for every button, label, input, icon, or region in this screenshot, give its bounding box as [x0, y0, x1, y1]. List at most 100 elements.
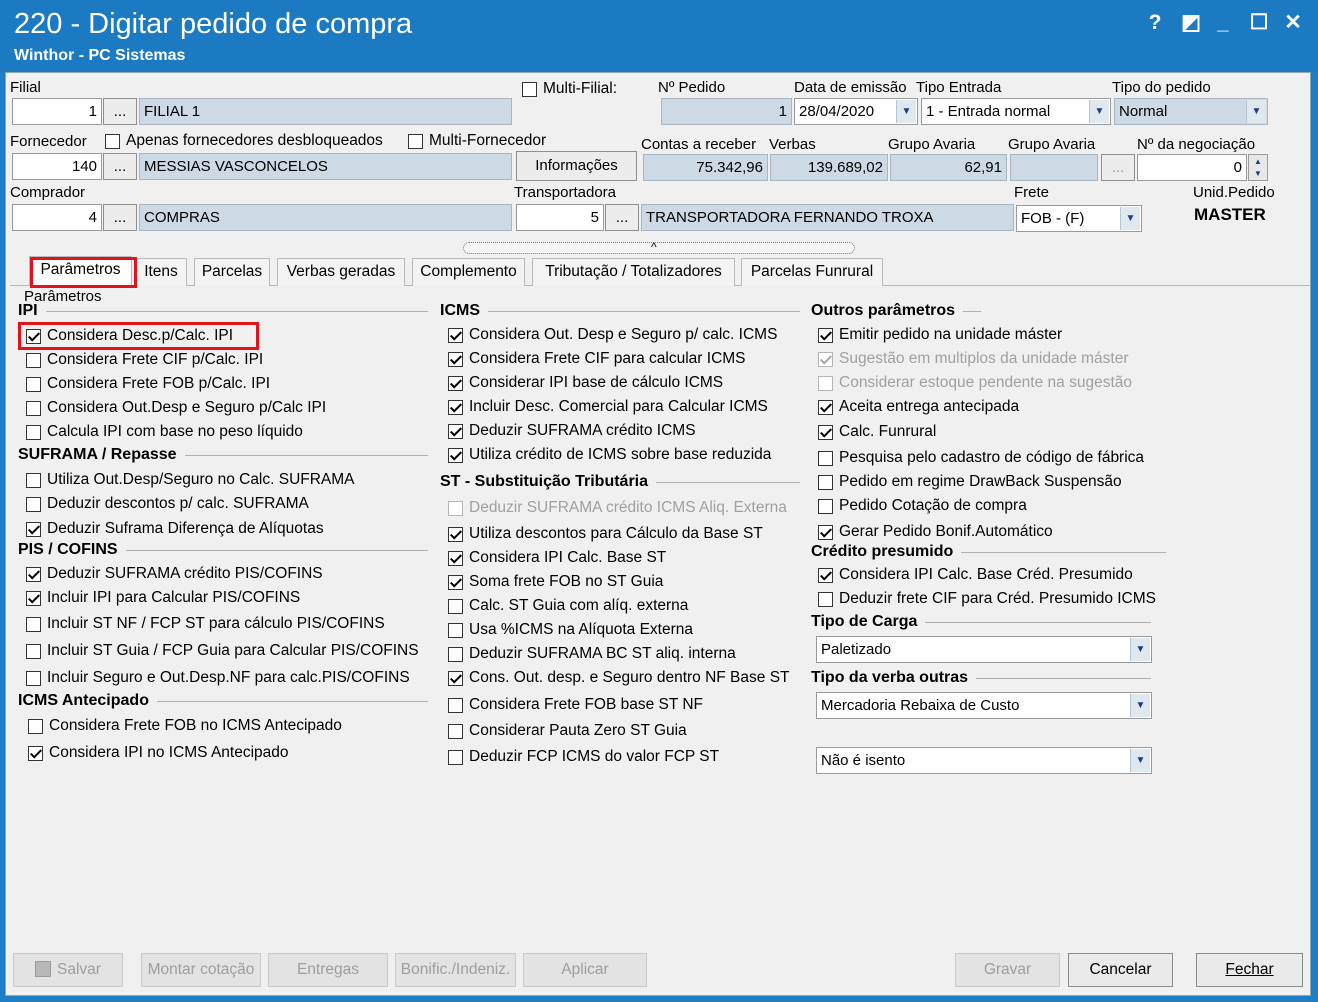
pis-checkbox-1[interactable]: Incluir IPI para Calcular PIS/COFINS: [26, 588, 300, 608]
pis-checkbox-0[interactable]: Deduzir SUFRAMA crédito PIS/COFINS: [26, 564, 323, 584]
st-checkbox-3[interactable]: Soma frete FOB no ST Guia: [448, 572, 663, 592]
suframa-checkbox-2[interactable]: Deduzir Suframa Diferença de Alíquotas: [26, 519, 324, 539]
filial-code-input[interactable]: 1: [12, 98, 102, 125]
ipi-checkbox-2[interactable]: Considera Frete FOB p/Calc. IPI: [26, 374, 270, 394]
st-checkbox-7[interactable]: Cons. Out. desp. e Seguro dentro NF Base…: [448, 668, 790, 688]
pis-checkbox-3[interactable]: Incluir ST Guia / FCP Guia para Calcular…: [26, 641, 419, 661]
tipo-verba-select[interactable]: Mercadoria Rebaixa de Custo ▼: [816, 692, 1152, 719]
chevron-down-icon[interactable]: ▼: [1246, 100, 1266, 123]
st-checkbox-6[interactable]: Deduzir SUFRAMA BC ST aliq. interna: [448, 644, 736, 664]
outros-checkbox-5[interactable]: Pesquisa pelo cadastro de código de fábr…: [818, 448, 1144, 468]
chevron-down-icon[interactable]: ▼: [1130, 638, 1150, 661]
st-label-8: Considera Frete FOB base ST NF: [469, 696, 704, 713]
icms-checkbox-0[interactable]: Considera Out. Desp e Seguro p/ calc. IC…: [448, 325, 777, 345]
icmsant-checkbox-1[interactable]: Considera IPI no ICMS Antecipado: [28, 743, 289, 763]
pis-checkbox-4[interactable]: Incluir Seguro e Out.Desp.NF para calc.P…: [26, 668, 410, 688]
aplicar-button[interactable]: Aplicar: [523, 953, 647, 987]
apenas-desbloqueados-checkbox[interactable]: Apenas fornecedores desbloqueados: [105, 131, 383, 151]
icms-checkbox-4[interactable]: Deduzir SUFRAMA crédito ICMS: [448, 421, 696, 441]
tipo-pedido-select[interactable]: Normal ▼: [1114, 98, 1268, 125]
pis-checkbox-2[interactable]: Incluir ST NF / FCP ST para cálculo PIS/…: [26, 614, 385, 634]
ipi-checkbox-1[interactable]: Considera Frete CIF p/Calc. IPI: [26, 350, 263, 370]
informacoes-button[interactable]: Informações: [516, 151, 637, 181]
suframa-checkbox-0[interactable]: Utiliza Out.Desp/Seguro no Calc. SUFRAMA: [26, 470, 355, 490]
tipo-carga-select[interactable]: Paletizado ▼: [816, 636, 1152, 663]
entregas-button[interactable]: Entregas: [268, 953, 388, 987]
outros-checkbox-6[interactable]: Pedido em regime DrawBack Suspensão: [818, 472, 1122, 492]
spin-up-icon[interactable]: ▲: [1249, 155, 1267, 168]
chevron-down-icon[interactable]: ▼: [1089, 100, 1109, 123]
cancelar-button[interactable]: Cancelar: [1068, 953, 1173, 987]
tab-tributacao[interactable]: Tributação / Totalizadores: [532, 258, 735, 286]
icms-checkbox-1[interactable]: Considera Frete CIF para calcular ICMS: [448, 349, 746, 369]
tab-complemento[interactable]: Complemento: [412, 258, 525, 286]
minimize-button[interactable]: _: [1208, 8, 1238, 38]
data-emissao-value: 28/04/2020: [799, 103, 875, 120]
close-button[interactable]: ✕: [1278, 8, 1308, 38]
chevron-down-icon[interactable]: ▼: [1130, 749, 1150, 772]
outros-checkbox-0[interactable]: Emitir pedido na unidade máster: [818, 325, 1062, 345]
checkbox-icon: [408, 133, 423, 149]
icmsant-checkbox-0[interactable]: Considera Frete FOB no ICMS Antecipado: [28, 716, 342, 736]
credito-checkbox-0[interactable]: Considera IPI Calc. Base Créd. Presumido: [818, 565, 1133, 585]
bonific-indeniz-button[interactable]: Bonific./Indeniz.: [395, 953, 516, 987]
ipi-checkbox-4[interactable]: Calcula IPI com base no peso líquido: [26, 422, 303, 442]
gravar-button[interactable]: Gravar: [955, 953, 1060, 987]
comprador-search-button[interactable]: ...: [103, 204, 137, 231]
chevron-down-icon[interactable]: ▼: [1120, 207, 1140, 230]
outros-checkbox-4[interactable]: Calc. Funrural: [818, 422, 936, 442]
fechar-button[interactable]: Fechar: [1196, 953, 1303, 987]
st-checkbox-10[interactable]: Deduzir FCP ICMS do valor FCP ST: [448, 747, 719, 767]
st-checkbox-2[interactable]: Considera IPI Calc. Base ST: [448, 548, 666, 568]
splitter-handle[interactable]: [463, 242, 855, 254]
tipo-entrada-select[interactable]: 1 - Entrada normal ▼: [921, 98, 1111, 125]
montar-cotacao-button[interactable]: Montar cotação: [141, 953, 261, 987]
fornecedor-code-input[interactable]: 140: [12, 153, 102, 180]
multi-filial-checkbox[interactable]: Multi-Filial:: [522, 79, 617, 99]
multi-filial-label: Multi-Filial:: [543, 80, 618, 97]
st-checkbox-9[interactable]: Considerar Pauta Zero ST Guia: [448, 721, 687, 741]
comprador-code-input[interactable]: 4: [12, 204, 102, 231]
tab-parcelas[interactable]: Parcelas: [194, 258, 270, 286]
transportadora-code-input[interactable]: 5: [516, 204, 604, 231]
maximize-button[interactable]: ☐: [1244, 8, 1274, 38]
suframa-checkbox-1[interactable]: Deduzir descontos p/ calc. SUFRAMA: [26, 494, 309, 514]
st-checkbox-4[interactable]: Calc. ST Guia com alíq. externa: [448, 596, 688, 616]
filial-search-button[interactable]: ...: [103, 98, 137, 125]
negociacao-spinner[interactable]: ▲ ▼: [1248, 154, 1268, 181]
data-emissao-picker[interactable]: 28/04/2020 ▼: [794, 98, 918, 125]
credito-checkbox-1[interactable]: Deduzir frete CIF para Créd. Presumido I…: [818, 589, 1156, 609]
spin-down-icon[interactable]: ▼: [1249, 168, 1267, 180]
checkbox-icon: [26, 376, 41, 392]
ipi-checkbox-3[interactable]: Considera Out.Desp e Seguro p/Calc IPI: [26, 398, 326, 418]
frete-select[interactable]: FOB - (F) ▼: [1016, 205, 1142, 232]
tab-itens[interactable]: Itens: [135, 258, 187, 286]
transportadora-search-button[interactable]: ...: [605, 204, 639, 231]
fornecedor-search-button[interactable]: ...: [103, 153, 137, 180]
restore-icon[interactable]: ◩: [1176, 8, 1206, 38]
icms-label-3: Incluir Desc. Comercial para Calcular IC…: [469, 398, 768, 415]
negociacao-input[interactable]: 0: [1137, 154, 1247, 181]
outros-checkbox-1[interactable]: Sugestão em multiplos da unidade máster: [818, 349, 1129, 369]
salvar-button[interactable]: Salvar: [13, 953, 123, 987]
grupo-avaria-search-button[interactable]: ...: [1101, 154, 1135, 181]
outros-checkbox-7[interactable]: Pedido Cotação de compra: [818, 496, 1027, 516]
st-checkbox-8[interactable]: Considera Frete FOB base ST NF: [448, 695, 703, 715]
icms-checkbox-3[interactable]: Incluir Desc. Comercial para Calcular IC…: [448, 397, 768, 417]
outros-checkbox-3[interactable]: Aceita entrega antecipada: [818, 397, 1019, 417]
st-checkbox-0[interactable]: Deduzir SUFRAMA crédito ICMS Aliq. Exter…: [448, 498, 787, 518]
chevron-down-icon[interactable]: ▼: [1130, 694, 1150, 717]
st-checkbox-1[interactable]: Utiliza descontos para Cálculo da Base S…: [448, 524, 763, 544]
tab-verbas-geradas[interactable]: Verbas geradas: [277, 258, 405, 286]
isento-select[interactable]: Não é isento ▼: [816, 747, 1152, 774]
chevron-down-icon[interactable]: ▼: [896, 100, 916, 123]
chevron-up-icon[interactable]: ^: [651, 240, 657, 254]
outros-checkbox-8[interactable]: Gerar Pedido Bonif.Automático: [818, 522, 1053, 542]
outros-checkbox-2[interactable]: Considerar estoque pendente na sugestão: [818, 373, 1132, 393]
icms-checkbox-2[interactable]: Considerar IPI base de cálculo ICMS: [448, 373, 723, 393]
st-checkbox-5[interactable]: Usa %ICMS na Alíquota Externa: [448, 620, 693, 640]
tab-parcelas-funrural[interactable]: Parcelas Funrural: [741, 258, 883, 286]
help-button[interactable]: ?: [1140, 8, 1170, 38]
multi-fornecedor-checkbox[interactable]: Multi-Fornecedor: [408, 131, 546, 151]
icms-checkbox-5[interactable]: Utiliza crédito de ICMS sobre base reduz…: [448, 445, 771, 465]
